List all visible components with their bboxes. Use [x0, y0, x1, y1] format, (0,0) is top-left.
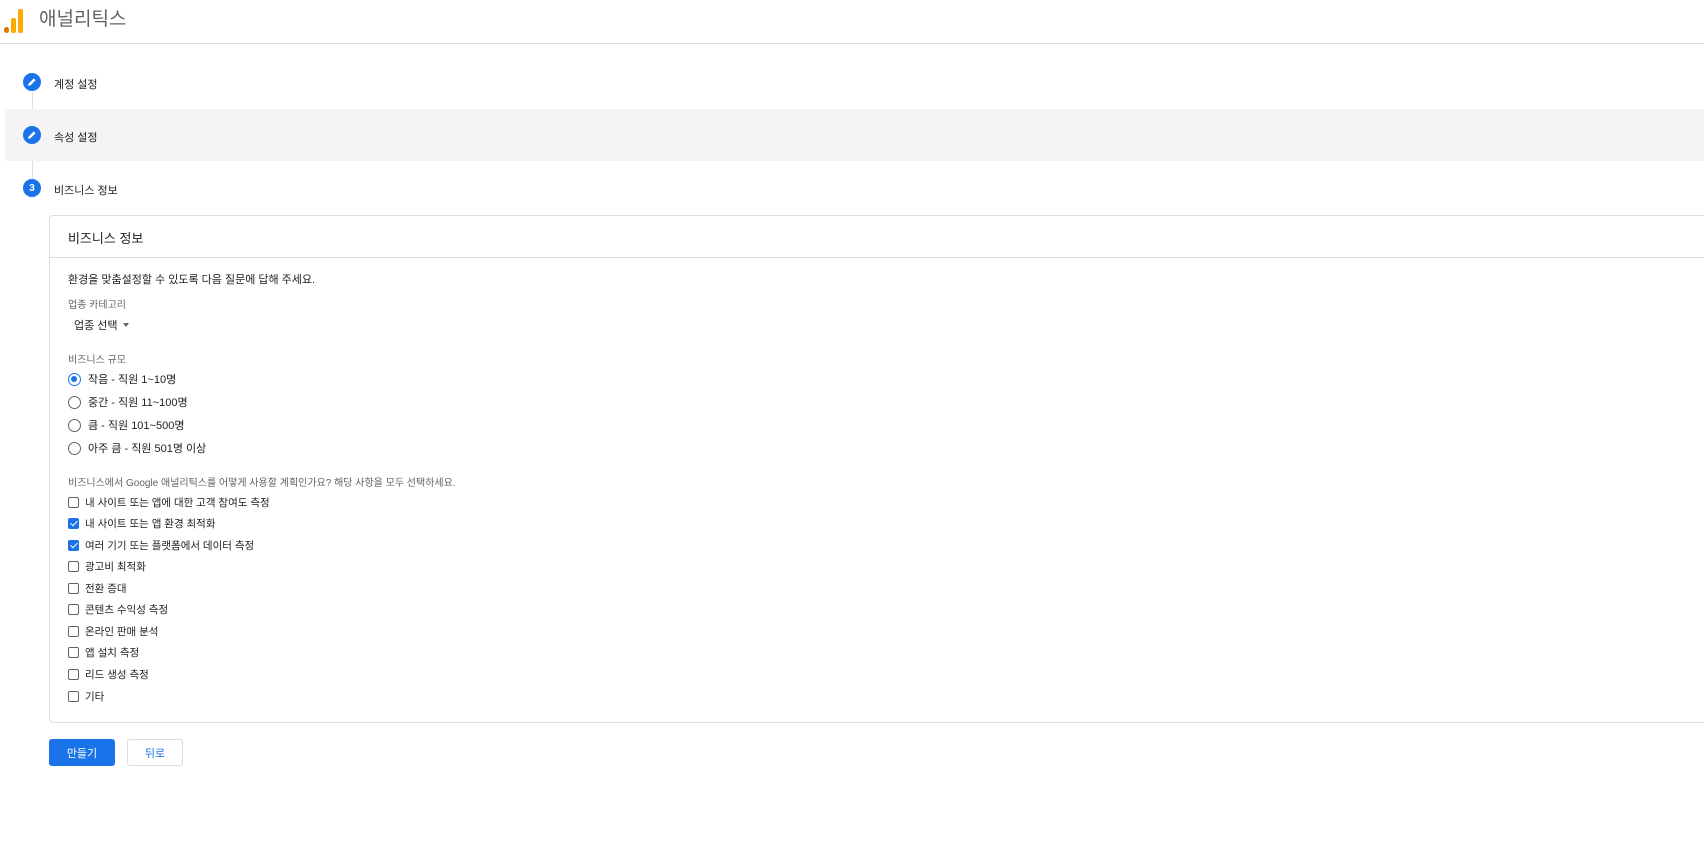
pencil-icon — [23, 73, 41, 91]
checkbox-label: 온라인 판매 분석 — [85, 625, 159, 638]
checkbox-label: 앱 설치 측정 — [85, 646, 140, 659]
checkbox[interactable] — [68, 625, 79, 637]
usage-option[interactable]: 광고비 최적화 — [68, 559, 146, 573]
step-property-setup[interactable]: 속성 설정 — [5, 109, 1704, 161]
industry-dropdown[interactable]: 업종 선택 — [74, 317, 129, 333]
checkbox-label: 콘텐츠 수익성 측정 — [85, 603, 169, 616]
step-label: 계정 설정 — [54, 79, 98, 91]
radio-label: 작음 - 직원 1~10명 — [88, 374, 177, 386]
checkbox-label: 내 사이트 또는 앱 환경 최적화 — [85, 517, 216, 530]
caret-down-icon — [122, 323, 129, 327]
create-button[interactable]: 만들기 — [49, 739, 115, 766]
radio-label: 큼 - 직원 101~500명 — [88, 420, 185, 432]
size-option-large[interactable]: 큼 - 직원 101~500명 — [68, 417, 184, 433]
step-business-info: 3 비즈니스 정보 — [5, 162, 1704, 214]
size-option-small[interactable]: 작음 - 직원 1~10명 — [68, 371, 176, 387]
industry-label: 업종 카테고리 — [68, 300, 126, 311]
instruction-text: 환경을 맞춤설정할 수 있도록 다음 질문에 답해 주세요. — [68, 274, 316, 286]
usage-option[interactable]: 내 사이트 또는 앱 환경 최적화 — [68, 516, 216, 530]
business-info-card: 비즈니스 정보 환경을 맞춤설정할 수 있도록 다음 질문에 답해 주세요. 업… — [49, 215, 1704, 723]
radio-button[interactable] — [68, 372, 81, 386]
card-title: 비즈니스 정보 — [68, 231, 144, 246]
industry-selected: 업종 선택 — [74, 320, 118, 332]
checkbox[interactable] — [68, 668, 79, 680]
checkbox-label: 여러 기기 또는 플랫폼에서 데이터 측정 — [85, 539, 255, 552]
checkbox[interactable] — [68, 496, 79, 508]
usage-option[interactable]: 리드 생성 측정 — [68, 667, 149, 681]
checkbox-label: 기타 — [85, 690, 105, 703]
back-button[interactable]: 뒤로 — [127, 739, 183, 766]
usage-option[interactable]: 내 사이트 또는 앱에 대한 고객 참여도 측정 — [68, 495, 270, 509]
step-label: 비즈니스 정보 — [54, 185, 118, 197]
analytics-logo-icon — [4, 9, 23, 33]
size-option-medium[interactable]: 중간 - 직원 11~100명 — [68, 394, 188, 410]
checkbox[interactable] — [68, 646, 79, 658]
checkbox-label: 광고비 최적화 — [85, 560, 146, 573]
radio-label: 중간 - 직원 11~100명 — [88, 397, 188, 409]
checkbox-label: 내 사이트 또는 앱에 대한 고객 참여도 측정 — [85, 496, 270, 509]
checkbox[interactable] — [68, 690, 79, 702]
card-header: 비즈니스 정보 — [50, 216, 1704, 258]
checkbox-label: 리드 생성 측정 — [85, 668, 149, 681]
radio-button[interactable] — [68, 395, 81, 409]
checkbox[interactable] — [68, 582, 79, 594]
size-label: 비즈니스 규모 — [68, 355, 126, 366]
step-account-setup[interactable]: 계정 설정 — [5, 56, 1704, 108]
radio-button[interactable] — [68, 418, 81, 432]
size-option-very-large[interactable]: 아주 큼 - 직원 501명 이상 — [68, 440, 206, 456]
pencil-icon — [23, 126, 41, 144]
usage-option[interactable]: 콘텐츠 수익성 측정 — [68, 602, 168, 616]
radio-label: 아주 큼 - 직원 501명 이상 — [88, 443, 207, 455]
usage-option[interactable]: 앱 설치 측정 — [68, 645, 139, 659]
usage-option[interactable]: 온라인 판매 분석 — [68, 624, 158, 638]
usage-option[interactable]: 기타 — [68, 689, 104, 703]
checkbox[interactable] — [68, 539, 79, 551]
checkbox[interactable] — [68, 603, 79, 615]
radio-button[interactable] — [68, 441, 81, 455]
checkbox[interactable] — [68, 517, 79, 529]
checkbox[interactable] — [68, 560, 79, 572]
step-label: 속성 설정 — [54, 132, 98, 144]
usage-option[interactable]: 전환 증대 — [68, 581, 127, 595]
checkbox-label: 전환 증대 — [85, 582, 127, 595]
app-title: 애널리틱스 — [39, 9, 127, 30]
usage-label: 비즈니스에서 Google 애널리틱스를 어떻게 사용할 계획인가요? 해당 사… — [68, 478, 456, 489]
usage-option[interactable]: 여러 기기 또는 플랫폼에서 데이터 측정 — [68, 538, 254, 552]
top-bar: 애널리틱스 — [0, 0, 1704, 44]
step-number: 3 — [23, 179, 41, 197]
